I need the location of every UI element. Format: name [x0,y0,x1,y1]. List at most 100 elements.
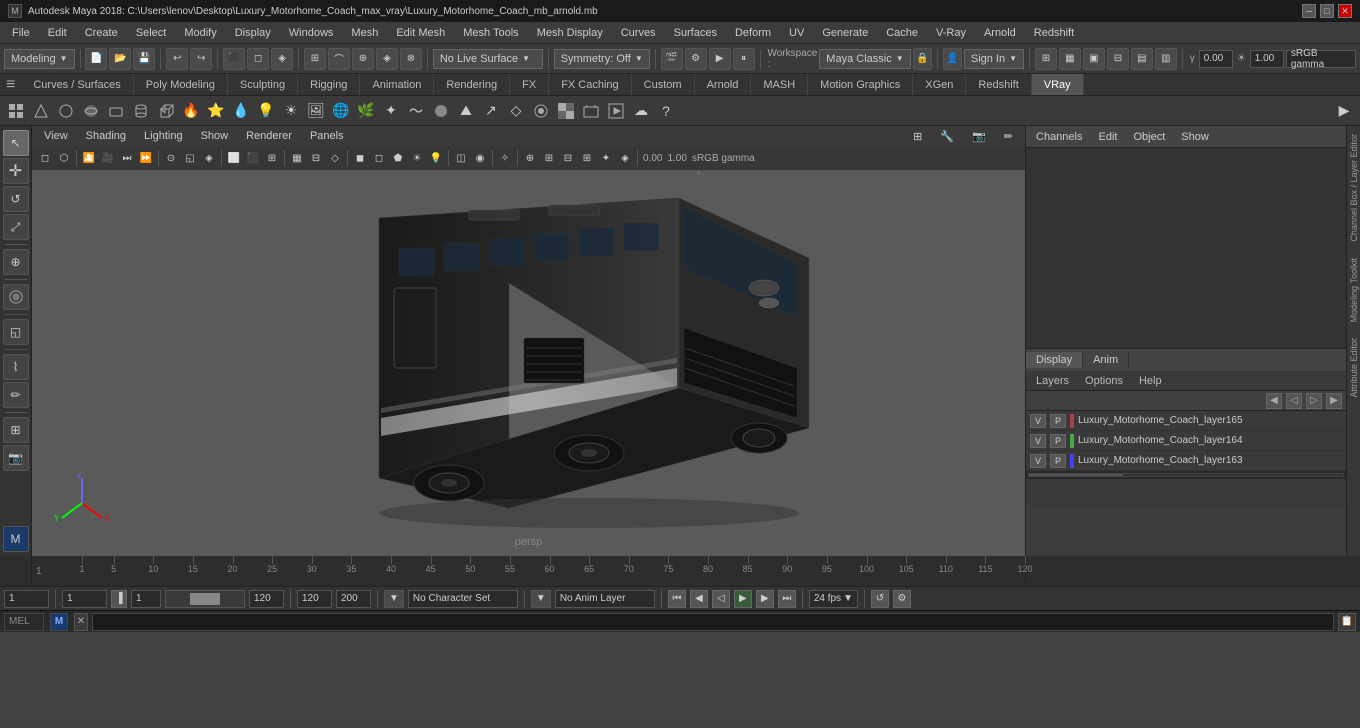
layer-visibility-btn[interactable]: V [1030,414,1046,428]
menu-create[interactable]: Create [77,25,126,41]
icon-diamond[interactable]: ◇ [504,99,528,123]
soft-select-button[interactable] [3,284,29,310]
tab-vray[interactable]: VRay [1032,74,1084,95]
tab-sculpting[interactable]: Sculpting [228,74,298,95]
vp-tb-xform5[interactable]: ✦ [597,149,615,167]
icon-globe[interactable]: 🌐 [329,99,353,123]
menu-redshift[interactable]: Redshift [1026,25,1082,41]
vp-tb-grid[interactable]: ▦ [288,149,306,167]
anim-layer-field[interactable]: 1 [131,590,161,608]
maximize-button[interactable]: □ [1320,4,1334,18]
vp-tb-select[interactable]: ◻ [36,149,54,167]
menu-modify[interactable]: Modify [176,25,224,41]
layer-playback-btn[interactable]: P [1050,434,1066,448]
tab-fx-caching[interactable]: FX Caching [549,74,631,95]
vp-icon2[interactable]: 🔧 [932,128,962,145]
vp-tb-smooth-wire[interactable]: ◈ [200,149,218,167]
vp-tb-heads-up[interactable]: ⊟ [307,149,325,167]
ch-channels[interactable]: Channels [1032,129,1086,145]
vp-tb-xform4[interactable]: ⊞ [578,149,596,167]
viewport-canvas[interactable]: persp X Y Z [32,170,1025,556]
menu-generate[interactable]: Generate [814,25,876,41]
layer-scroll-left[interactable]: ◀ [1266,393,1282,409]
new-file-button[interactable]: 📄 [85,48,107,70]
tab-rendering[interactable]: Rendering [434,74,510,95]
vp-tb-ambient[interactable]: ☀ [408,149,426,167]
sign-in-dropdown[interactable]: Sign In ▼ [964,49,1024,69]
lasso-button[interactable]: ◻ [247,48,269,70]
vp-icon1[interactable]: ⊞ [905,128,930,145]
icon-mountain[interactable]: ⛰ [454,99,478,123]
layer-name[interactable]: Luxury_Motorhome_Coach_layer164 [1078,435,1342,446]
vp-tb-cam4[interactable]: ⏩ [137,149,155,167]
icon-help[interactable]: ? [654,99,678,123]
icon-star[interactable]: ⭐ [204,99,228,123]
snap-point-button[interactable]: ⊕ [352,48,374,70]
paint-select-button[interactable]: ◈ [271,48,293,70]
step-back-button[interactable]: ◀ [690,590,708,608]
play-back-button[interactable]: ◁ [712,590,730,608]
tab-poly-modeling[interactable]: Poly Modeling [134,74,228,95]
range-end-field[interactable]: 200 [336,590,371,608]
pause-render-button[interactable]: ⏸ [733,48,755,70]
menu-edit-mesh[interactable]: Edit Mesh [388,25,453,41]
vp-tb-shade-all[interactable]: ◼ [351,149,369,167]
icon-cloud[interactable]: ☁ [629,99,653,123]
vp-tb-wireframe[interactable]: ◱ [181,149,199,167]
menu-file[interactable]: File [4,25,38,41]
icon-particle[interactable]: ✦ [379,99,403,123]
icon-water[interactable]: 💧 [229,99,253,123]
vp-tb-gate[interactable]: ⬜ [225,149,243,167]
universal-manip-button[interactable]: ⊕ [3,249,29,275]
icon-grass[interactable]: 🌿 [354,99,378,123]
vp-tb-xform2[interactable]: ⊞ [540,149,558,167]
vp-tb-object-icons[interactable]: ◇ [326,149,344,167]
snap-curve-button[interactable]: ⌒ [328,48,350,70]
rotate-tool-button[interactable]: ↺ [3,186,29,212]
menu-mesh-tools[interactable]: Mesh Tools [455,25,526,41]
vp-tb-camera[interactable]: 🎦 [80,149,98,167]
mel-input[interactable] [92,613,1334,631]
snap-view-button[interactable]: ◈ [376,48,398,70]
menu-mesh[interactable]: Mesh [343,25,386,41]
vp-tb-multi-light[interactable]: 💡 [427,149,445,167]
vp-tb-resolution[interactable]: ⬛ [244,149,262,167]
close-button[interactable]: ✕ [1338,4,1352,18]
icon-expand[interactable]: ▶ [1332,99,1356,123]
lasso-select-button[interactable]: ⌇ [3,354,29,380]
vp-tb-shadow[interactable]: ◫ [452,149,470,167]
vp-icon3[interactable]: 📷 [964,128,994,145]
layout-btn1[interactable]: ⊞ [1035,48,1057,70]
step-forward-button[interactable]: ▶ [756,590,774,608]
workspace-dropdown[interactable]: Maya Classic ▼ [819,49,910,69]
ch-show[interactable]: Show [1177,129,1213,145]
layer-sub-help[interactable]: Help [1133,374,1168,388]
vp-tb-select2[interactable]: ⬡ [55,149,73,167]
ipr-button[interactable]: ▶ [709,48,731,70]
icon-material[interactable] [529,99,553,123]
snap-live-button[interactable]: ⊗ [400,48,422,70]
layout-btn5[interactable]: ▤ [1131,48,1153,70]
menu-edit[interactable]: Edit [40,25,75,41]
vp-tb-xform6[interactable]: ◈ [616,149,634,167]
live-surface-dropdown[interactable]: No Live Surface ▼ [433,49,543,69]
tab-mash[interactable]: MASH [751,74,808,95]
mel-close-button[interactable]: ✕ [74,613,88,631]
play-button[interactable]: ▶ [734,590,752,608]
icon-arrow[interactable]: ↗ [479,99,503,123]
show-manip-button[interactable]: ◱ [3,319,29,345]
vp-tb-xform1[interactable]: ⊕ [521,149,539,167]
tab-rigging[interactable]: Rigging [298,74,360,95]
scale-tool-button[interactable]: ⤢ [3,214,29,240]
menu-arnold[interactable]: Arnold [976,25,1024,41]
vp-tb-render-cam[interactable]: 🎥 [99,149,117,167]
vp-tb-safe[interactable]: ⊞ [263,149,281,167]
vtab-modeling-toolkit[interactable]: Modeling Toolkit [1347,250,1360,330]
tabs-menu-toggle[interactable]: ≡ [0,74,21,96]
anim-layer-value[interactable]: 120 [249,590,284,608]
snap-grid-button[interactable]: ⊞ [304,48,326,70]
vp-tb-cam3[interactable]: ⏭ [118,149,136,167]
icon-fire[interactable]: 🔥 [179,99,203,123]
layer-playback-btn[interactable]: P [1050,414,1066,428]
user-icon[interactable]: 👤 [943,48,962,70]
